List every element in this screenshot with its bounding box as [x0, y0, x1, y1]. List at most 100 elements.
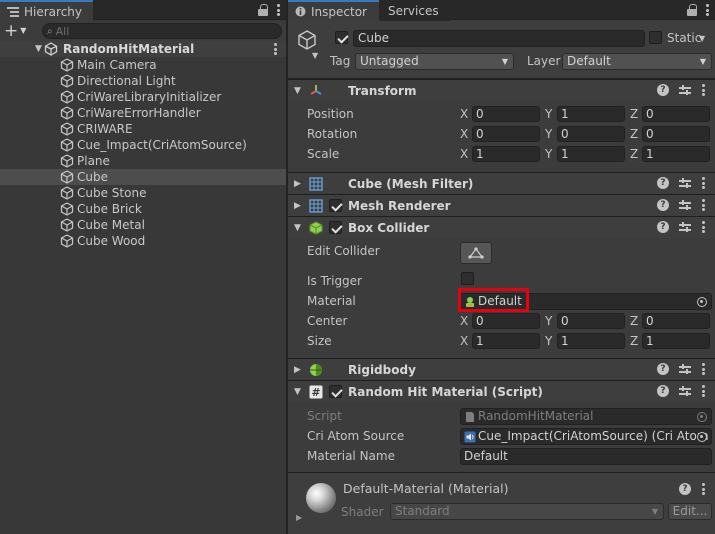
fold-arrow-icon[interactable]: ▼: [294, 86, 301, 96]
hierarchy-item[interactable]: Plane: [0, 153, 286, 169]
object-picker-icon[interactable]: [697, 432, 707, 442]
preset-icon[interactable]: [679, 177, 691, 189]
center-y-field[interactable]: 0: [557, 313, 625, 329]
hierarchy-search-input[interactable]: ⌕ All: [42, 23, 282, 39]
kebab-menu-icon[interactable]: [276, 4, 280, 16]
axis-z-label: Z: [630, 147, 639, 161]
gameobject-cube-icon[interactable]: [296, 29, 318, 51]
kebab-menu-icon[interactable]: [705, 4, 709, 16]
help-icon[interactable]: ?: [657, 221, 669, 233]
mesh-filter-title: Cube (Mesh Filter): [348, 176, 474, 191]
fold-arrow-icon[interactable]: ▶: [294, 179, 301, 189]
hierarchy-item[interactable]: Cube Brick: [0, 201, 286, 217]
is-trigger-checkbox[interactable]: [461, 272, 474, 285]
hierarchy-item[interactable]: Cube Metal: [0, 217, 286, 233]
size-y-field[interactable]: 1: [557, 333, 625, 349]
hierarchy-item[interactable]: Cube Stone: [0, 185, 286, 201]
mesh-renderer-enabled-checkbox[interactable]: [329, 199, 342, 212]
cri-atom-source-field[interactable]: Cue_Impact(CriAtomSource) (Cri Atom: [460, 428, 712, 445]
tab-inspector[interactable]: Inspector: [288, 0, 379, 21]
hierarchy-item[interactable]: Cube: [0, 169, 286, 185]
fold-arrow-icon[interactable]: ▶: [294, 201, 301, 211]
preset-icon[interactable]: [679, 363, 691, 375]
kebab-menu-icon[interactable]: [701, 221, 705, 233]
create-button[interactable]: + ▼: [4, 22, 34, 40]
help-icon[interactable]: ?: [657, 363, 669, 375]
preset-icon[interactable]: [679, 199, 691, 211]
help-icon[interactable]: ?: [657, 199, 669, 211]
scene-kebab-icon[interactable]: [273, 43, 277, 55]
rigidbody-header[interactable]: ▶ Rigidbody ?: [288, 358, 715, 380]
fold-arrow-icon[interactable]: ▶: [294, 365, 301, 375]
script-enabled-checkbox[interactable]: [329, 385, 342, 398]
hierarchy-item[interactable]: Directional Light: [0, 73, 286, 89]
hierarchy-item[interactable]: Cube Wood: [0, 233, 286, 249]
help-icon[interactable]: ?: [679, 483, 691, 495]
transform-scale-x-field[interactable]: 1: [472, 146, 540, 162]
transform-position-y-field[interactable]: 1: [557, 106, 625, 122]
active-checkbox[interactable]: [335, 31, 348, 44]
kebab-menu-icon[interactable]: [701, 483, 705, 495]
help-icon[interactable]: ?: [657, 84, 669, 96]
hierarchy-item[interactable]: Cue_Impact(CriAtomSource): [0, 137, 286, 153]
kebab-menu-icon[interactable]: [701, 363, 705, 375]
help-icon[interactable]: ?: [657, 385, 669, 397]
gameobject-icon: [60, 154, 74, 168]
preset-icon[interactable]: [679, 84, 691, 96]
transform-rotation-x-field[interactable]: 0: [472, 126, 540, 142]
kebab-menu-icon[interactable]: [701, 177, 705, 189]
edit-shader-button[interactable]: Edit...: [668, 503, 712, 520]
kebab-menu-icon[interactable]: [701, 385, 705, 397]
shader-dropdown[interactable]: Standard ▼: [390, 503, 664, 520]
icon-dropdown-arrow-icon[interactable]: ▼: [312, 51, 318, 60]
hierarchy-panel: Hierarchy + ▼ ⌕ All ▼ RandomHitMaterial …: [0, 0, 286, 534]
hierarchy-item[interactable]: Main Camera: [0, 57, 286, 73]
edit-collider-button[interactable]: [460, 242, 492, 264]
object-picker-icon[interactable]: [697, 297, 707, 307]
script-header[interactable]: ▼ # Random Hit Material (Script) ?: [288, 380, 715, 402]
hierarchy-item-label: Main Camera: [77, 58, 157, 72]
transform-rotation-z-field[interactable]: 0: [642, 126, 710, 142]
transform-scale-z-field[interactable]: 1: [642, 146, 710, 162]
static-checkbox[interactable]: [649, 31, 662, 44]
hierarchy-item[interactable]: CriWareLibraryInitializer: [0, 89, 286, 105]
mesh-filter-header[interactable]: ▶ Cube (Mesh Filter) ?: [288, 172, 715, 194]
material-name-input[interactable]: Default: [460, 448, 712, 465]
size-x-field[interactable]: 1: [472, 333, 540, 349]
lock-icon[interactable]: [258, 4, 268, 16]
mesh-renderer-header[interactable]: ▶ Mesh Renderer ?: [288, 194, 715, 216]
kebab-menu-icon[interactable]: [701, 84, 705, 96]
transform-scale-y-field[interactable]: 1: [557, 146, 625, 162]
gameobject-icon: [60, 74, 74, 88]
material-label: Material: [307, 294, 356, 308]
static-dropdown-arrow-icon[interactable]: ▼: [699, 34, 705, 43]
fold-arrow-icon[interactable]: ▼: [294, 387, 301, 397]
tab-hierarchy[interactable]: Hierarchy: [0, 0, 93, 21]
fold-arrow-icon[interactable]: ▶: [296, 513, 302, 522]
preset-icon[interactable]: [679, 385, 691, 397]
tab-services[interactable]: Services: [380, 0, 450, 21]
transform-position-x-field[interactable]: 0: [472, 106, 540, 122]
scene-row[interactable]: ▼ RandomHitMaterial: [0, 41, 286, 57]
box-collider-header[interactable]: ▼ Box Collider ?: [288, 216, 715, 238]
hierarchy-item[interactable]: CriWareErrorHandler: [0, 105, 286, 121]
center-x-field[interactable]: 0: [472, 313, 540, 329]
preset-icon[interactable]: [679, 221, 691, 233]
object-name-field[interactable]: Cube: [353, 30, 645, 47]
lock-icon[interactable]: [687, 4, 697, 16]
tag-dropdown[interactable]: Untagged ▼: [355, 53, 514, 70]
hierarchy-item[interactable]: CRIWARE: [0, 121, 286, 137]
transform-rotation-y-field[interactable]: 0: [557, 126, 625, 142]
transform-header[interactable]: ▼ Transform ?: [288, 79, 715, 101]
static-label: Static: [667, 31, 702, 45]
kebab-menu-icon[interactable]: [701, 199, 705, 211]
help-icon[interactable]: ?: [657, 177, 669, 189]
size-z-field[interactable]: 1: [642, 333, 710, 349]
transform-position-z-field[interactable]: 0: [642, 106, 710, 122]
fold-arrow-icon[interactable]: ▼: [294, 223, 301, 233]
layer-value: Default: [567, 54, 611, 68]
layer-dropdown[interactable]: Default ▼: [562, 53, 712, 70]
fold-arrow-icon[interactable]: ▼: [35, 44, 42, 54]
center-z-field[interactable]: 0: [642, 313, 710, 329]
box-collider-enabled-checkbox[interactable]: [329, 221, 342, 234]
